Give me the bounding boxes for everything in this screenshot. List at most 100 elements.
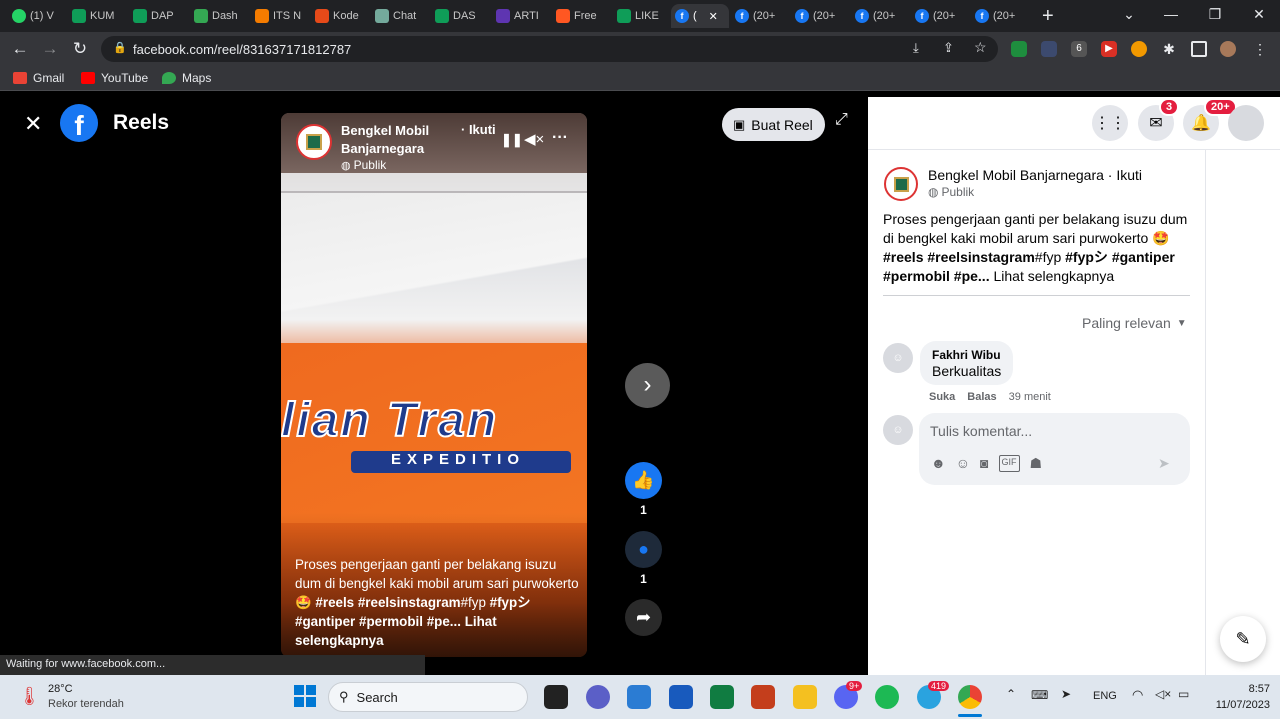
hashtag[interactable]: #fyp bbox=[1035, 249, 1061, 265]
comment-icon[interactable]: ● bbox=[625, 531, 662, 568]
browser-tab[interactable]: f (20+ bbox=[851, 4, 905, 28]
reload-icon[interactable]: ↻ bbox=[69, 38, 91, 60]
browser-tab[interactable]: LIKE bbox=[613, 4, 667, 28]
teams-chat-icon[interactable] bbox=[586, 685, 610, 709]
browser-tab[interactable]: DAP bbox=[129, 4, 183, 28]
tray-chevron-icon[interactable]: ⌃ bbox=[1006, 687, 1016, 701]
browser-tab[interactable]: f (20+ bbox=[731, 4, 785, 28]
spotify-icon[interactable] bbox=[875, 685, 899, 709]
account-avatar[interactable] bbox=[1228, 105, 1264, 141]
extensions-puzzle-icon[interactable]: ✱ bbox=[1161, 41, 1177, 57]
language-indicator[interactable]: ENG bbox=[1093, 690, 1117, 702]
bookmark-youtube[interactable]: YouTube bbox=[81, 71, 148, 85]
browser-tab[interactable]: Chat bbox=[371, 4, 425, 28]
send-icon[interactable]: ➤ bbox=[1158, 455, 1170, 472]
menu-grid-icon[interactable]: ⋮⋮ bbox=[1092, 105, 1128, 141]
emoji-icon[interactable]: ☺ bbox=[956, 455, 970, 472]
camera-icon[interactable]: ◙ bbox=[980, 455, 988, 472]
browser-tab[interactable]: ITS N bbox=[251, 4, 305, 28]
keyboard-icon[interactable]: ⌨ bbox=[1031, 688, 1048, 702]
hashtag[interactable]: #permobil bbox=[883, 268, 950, 284]
caption-hashtag-fyp[interactable]: #fyp bbox=[461, 595, 486, 610]
taskbar-search[interactable]: ⚲ Search bbox=[328, 682, 528, 712]
browser-tab[interactable]: KUM bbox=[68, 4, 122, 28]
profile-avatar[interactable] bbox=[1220, 41, 1236, 57]
side-panel-icon[interactable] bbox=[1191, 41, 1207, 57]
address-bar[interactable]: 🔒 facebook.com/reel/831637171812787 ⤓ ⇪ … bbox=[101, 36, 998, 62]
comment-author[interactable]: Fakhri Wibu bbox=[932, 348, 1001, 362]
reel-video[interactable]: lian Tran EXPEDITIO Bengkel Mobil Banjar… bbox=[281, 113, 587, 657]
clock-time[interactable]: 8:57 bbox=[1228, 683, 1270, 695]
install-icon[interactable]: ⤓ bbox=[913, 40, 919, 56]
create-reel-button[interactable]: ▣ Buat Reel bbox=[722, 108, 825, 141]
comment-reply-button[interactable]: Balas bbox=[967, 391, 996, 403]
word-icon[interactable] bbox=[669, 685, 693, 709]
hashtag[interactable]: #reels bbox=[883, 249, 923, 265]
share-icon[interactable]: ➦ bbox=[625, 599, 662, 636]
back-icon[interactable]: ← bbox=[9, 38, 31, 60]
caption-hashtags[interactable]: #reels #reelsinstagram bbox=[315, 595, 460, 610]
browser-tab[interactable]: DAS bbox=[431, 4, 485, 28]
menu-icon[interactable]: ⋮ bbox=[1252, 41, 1268, 57]
clock-date[interactable]: 11/07/2023 bbox=[1198, 699, 1270, 711]
sticker-icon[interactable]: ☗ bbox=[1030, 455, 1043, 472]
close-icon[interactable]: ✕ bbox=[24, 111, 42, 137]
hashtag[interactable]: #pe... bbox=[954, 268, 990, 284]
weather-temp[interactable]: 28°C bbox=[48, 683, 73, 695]
url-text[interactable]: facebook.com/reel/831637171812787 bbox=[133, 42, 351, 57]
share-icon[interactable]: ⇪ bbox=[943, 40, 954, 56]
wifi-icon[interactable]: ◠ bbox=[1132, 687, 1143, 703]
more-options-icon[interactable]: ··· bbox=[552, 129, 568, 147]
extension-monkey-icon[interactable] bbox=[1131, 41, 1147, 57]
browser-tab[interactable]: f (20+ bbox=[791, 4, 845, 28]
fullscreen-icon[interactable]: ⤢ bbox=[835, 111, 848, 129]
author-avatar[interactable] bbox=[884, 167, 918, 201]
windows-start-icon[interactable] bbox=[294, 685, 316, 707]
next-reel-button[interactable]: › bbox=[625, 363, 670, 408]
new-message-icon[interactable]: ✎ bbox=[1220, 616, 1266, 662]
see-more-link[interactable]: Lihat selengkapnya bbox=[993, 268, 1114, 284]
hashtag[interactable]: #fypシ bbox=[1065, 249, 1108, 265]
new-tab-button[interactable]: + bbox=[1038, 4, 1054, 28]
follow-link[interactable]: · Ikuti bbox=[461, 122, 496, 137]
browser-tab[interactable]: Free bbox=[552, 4, 606, 28]
browser-tab[interactable]: Kode bbox=[311, 4, 365, 28]
speaker-muted-icon[interactable]: ◁× bbox=[1155, 687, 1171, 701]
bookmark-gmail[interactable]: Gmail bbox=[13, 71, 64, 85]
task-view-icon[interactable] bbox=[544, 685, 568, 709]
location-icon[interactable]: ➤ bbox=[1061, 687, 1071, 701]
hashtag[interactable]: #reelsinstagram bbox=[927, 249, 1034, 265]
mute-icon[interactable]: ◀× bbox=[524, 130, 544, 148]
comment-input[interactable]: Tulis komentar... ☻ ☺ ◙ GIF ☗ ➤ bbox=[919, 413, 1190, 485]
like-icon[interactable]: 👍 bbox=[625, 462, 662, 499]
restore-icon[interactable]: ❐ bbox=[1205, 6, 1225, 23]
weather-desc[interactable]: Rekor terendah bbox=[48, 698, 124, 710]
close-tab-icon[interactable]: ✕ bbox=[709, 10, 718, 23]
pause-icon[interactable]: ❚❚ bbox=[501, 132, 523, 148]
file-explorer-icon[interactable] bbox=[793, 685, 817, 709]
forward-icon[interactable]: → bbox=[39, 38, 61, 60]
vscode-icon[interactable] bbox=[627, 685, 651, 709]
browser-tab[interactable]: f (20+ bbox=[971, 4, 1025, 28]
bookmark-maps[interactable]: Maps bbox=[162, 71, 211, 85]
extension-six-icon[interactable]: 6 bbox=[1071, 41, 1087, 57]
extension-cursor-icon[interactable] bbox=[1041, 41, 1057, 57]
bookmark-star-icon[interactable]: ☆ bbox=[974, 39, 987, 56]
page-avatar[interactable] bbox=[296, 124, 332, 160]
browser-tab[interactable]: f (20+ bbox=[911, 4, 965, 28]
browser-tab[interactable]: ARTI bbox=[492, 4, 546, 28]
hashtag[interactable]: #gantiper bbox=[1112, 249, 1175, 265]
excel-icon[interactable] bbox=[710, 685, 734, 709]
chrome-icon[interactable] bbox=[958, 685, 982, 709]
extension-green-icon[interactable] bbox=[1011, 41, 1027, 57]
facebook-logo-icon[interactable]: f bbox=[60, 104, 98, 142]
sort-dropdown[interactable]: Paling relevan ▼ bbox=[1082, 315, 1187, 331]
avatar-sticker-icon[interactable]: ☻ bbox=[931, 455, 946, 472]
battery-icon[interactable]: ▭ bbox=[1178, 687, 1189, 701]
browser-tab[interactable]: (1) V bbox=[8, 4, 62, 28]
comment-like-button[interactable]: Suka bbox=[929, 391, 955, 403]
commenter-avatar[interactable]: ☺ bbox=[883, 343, 913, 373]
close-window-icon[interactable]: ✕ bbox=[1249, 6, 1269, 23]
browser-tab[interactable]: f (✕ bbox=[671, 4, 729, 28]
my-avatar[interactable]: ☺ bbox=[883, 415, 913, 445]
